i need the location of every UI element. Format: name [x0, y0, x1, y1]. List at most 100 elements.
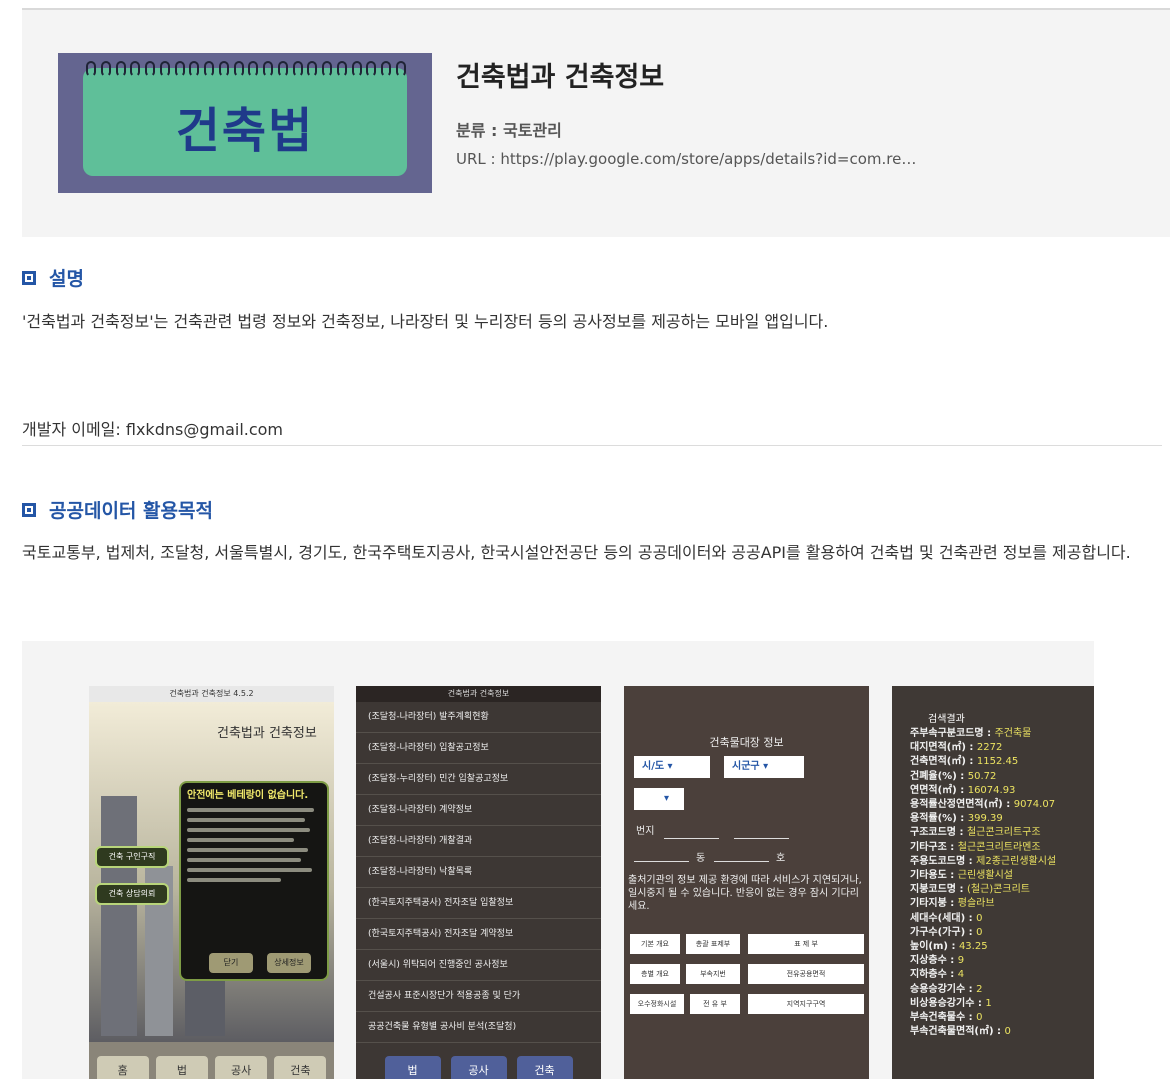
result-value: 1: [985, 997, 992, 1009]
sewage-facility-button[interactable]: 오수정화시설: [630, 994, 684, 1014]
result-key: 건축면적(㎡) :: [910, 756, 977, 768]
screen-status-bar: 건축법과 건축정보 4.5.2: [89, 686, 334, 702]
dong-input[interactable]: [634, 861, 689, 862]
screenshot-home[interactable]: 건축법과 건축정보 4.5.2 건축법과 건축정보 건축 구인구직 건축 상담의…: [89, 686, 334, 1079]
category-label: 분류 :: [456, 121, 503, 140]
result-row: 기타구조 : 철근콘크리트라멘조: [910, 841, 1094, 855]
result-value: 2: [976, 983, 983, 995]
result-value: 주건축물: [994, 728, 1032, 739]
screenshot-building-register[interactable]: 건축물대장 정보 시/도 ▾ 시군구 ▾ ▾ 번지 동 호 출처기관의 정보 제…: [624, 686, 869, 1079]
nav-home[interactable]: 홈: [96, 1056, 149, 1079]
result-row: 지붕코드명 : (철근)콘크리트: [910, 883, 1094, 897]
result-row: 비상용승강기수 : 1: [910, 997, 1094, 1011]
nav-construction[interactable]: 공사: [450, 1056, 507, 1079]
screenshot-menu-list[interactable]: 건축법과 건축정보 (조달청-나라장터) 발주계획현황 (조달청-나라장터) 입…: [356, 686, 601, 1079]
popup-text-line: [187, 858, 301, 862]
list-item[interactable]: (조달청-나라장터) 발주계획현황: [356, 702, 601, 733]
result-row: 건축면적(㎡) : 1152.45: [910, 755, 1094, 769]
list-item[interactable]: (서울시) 위탁되어 진행중인 공사정보: [356, 950, 601, 981]
result-row: 용적률(%) : 399.39: [910, 812, 1094, 826]
popup-text-line: [187, 808, 315, 812]
popup-text-line: [187, 868, 312, 872]
sigungu-select[interactable]: 시군구 ▾: [724, 756, 804, 778]
result-row: 연면적(㎡) : 16074.93: [910, 784, 1094, 798]
popup-close-button[interactable]: 닫기: [209, 953, 253, 973]
popup-text-line: [187, 878, 281, 882]
result-value: 제2종근린생활시설: [976, 855, 1057, 867]
nav-construction[interactable]: 공사: [215, 1056, 268, 1079]
result-key: 연면적(㎡) :: [910, 784, 968, 796]
result-value: 평슬라브: [957, 898, 995, 910]
screenshot-gallery: 건축법과 건축정보 4.5.2 건축법과 건축정보 건축 구인구직 건축 상담의…: [22, 641, 1094, 1079]
popup-title: 안전에는 베테랑이 없습니다.: [187, 790, 309, 801]
result-value: (철근)콘크리트: [966, 884, 1030, 896]
app-url: URL : https://play.google.com/store/apps…: [456, 150, 916, 168]
list-item[interactable]: (조달청-누리장터) 민간 입찰공고정보: [356, 764, 601, 795]
description-text: '건축법과 건축정보'는 건축관련 법령 정보와 건축정보, 나라장터 및 누리…: [22, 312, 829, 331]
list-item[interactable]: (한국토지주택공사) 전자조달 입찰정보: [356, 888, 601, 919]
basic-overview-button[interactable]: 기본 개요: [630, 934, 680, 954]
purpose-text: 국토교통부, 법제처, 조달청, 서울특별시, 경기도, 한국주택토지공사, 한…: [22, 543, 1131, 562]
nav-building[interactable]: 건축: [516, 1056, 573, 1079]
result-row: 구조코드명 : 철근콘크리트구조: [910, 826, 1094, 840]
result-key: 건폐율(%) :: [910, 770, 968, 782]
sido-select[interactable]: 시/도 ▾: [634, 756, 710, 778]
description-heading-text: 설명: [49, 268, 84, 290]
result-key: 용적률산정연면적(㎡) :: [910, 799, 1014, 811]
result-row: 부속건축물수 : 0: [910, 1011, 1094, 1025]
result-row: 기타용도 : 근린생활시설: [910, 869, 1094, 883]
result-key: 세대수(세대) :: [910, 912, 977, 924]
floor-overview-button[interactable]: 층별 개요: [630, 964, 680, 984]
summary-title-button[interactable]: 총괄 표제부: [686, 934, 740, 954]
result-key: 부속건축물면적(㎡) :: [910, 1026, 1005, 1038]
section-bullet-icon: [22, 270, 36, 285]
list-item[interactable]: 공공건축물 유형별 공사비 분석(조달청): [356, 1012, 601, 1043]
sido-select-label: 시/도: [642, 761, 665, 772]
description-heading: 설명: [22, 264, 84, 291]
nav-law[interactable]: 법: [155, 1056, 208, 1079]
result-row: 대지면적(㎡) : 2272: [910, 741, 1094, 755]
result-value: 근린생활시설: [957, 870, 1013, 882]
nav-law[interactable]: 법: [384, 1056, 441, 1079]
sigungu-select-label: 시군구: [732, 761, 760, 772]
app-info-card: 건축법 건축법과 건축정보 분류 : 국토관리 URL : https://pl…: [22, 10, 1170, 237]
result-key: 주부속구분코드명 :: [910, 728, 995, 739]
ho-input[interactable]: [714, 861, 769, 862]
consult-button[interactable]: 건축 상담의뢰: [95, 883, 169, 905]
list-item[interactable]: (조달청-나라장터) 개찰결과: [356, 826, 601, 857]
list-item[interactable]: (한국토지주택공사) 전자조달 계약정보: [356, 919, 601, 950]
exclusive-area-button[interactable]: 전유공용면적: [748, 964, 864, 984]
result-value: 2272: [976, 742, 1003, 754]
result-value: 4: [957, 969, 965, 981]
popup-detail-button[interactable]: 상세정보: [267, 953, 311, 973]
popup-text-line: [187, 818, 305, 822]
beonji-input[interactable]: [664, 838, 719, 839]
title-section-button[interactable]: 표 제 부: [748, 934, 864, 954]
list-item[interactable]: (조달청-나라장터) 입찰공고정보: [356, 733, 601, 764]
url-label: URL :: [456, 150, 501, 168]
dong-select[interactable]: ▾: [634, 788, 684, 810]
url-link[interactable]: https://play.google.com/store/apps/detai…: [500, 150, 916, 168]
popup-text-line: [187, 838, 295, 842]
ho-label: 호: [776, 853, 786, 864]
result-key: 비상용승강기수 :: [910, 997, 986, 1009]
job-search-button[interactable]: 건축 구인구직: [95, 846, 169, 868]
list-item[interactable]: (조달청-나라장터) 계약정보: [356, 795, 601, 826]
result-key: 부속건축물수 :: [910, 1012, 977, 1024]
screenshot-search-result[interactable]: 검색결과 주부속구분코드명 : 주건축물 대지면적(㎡) : 2272 건축면적…: [892, 686, 1094, 1079]
exclusive-section-button[interactable]: 전 유 부: [690, 994, 740, 1014]
result-key: 높이(m) :: [910, 941, 959, 953]
result-value: 16074.93: [967, 784, 1016, 796]
list-item[interactable]: 건설공사 표준시장단가 적용공종 및 단가: [356, 981, 601, 1012]
beonji-sub-input[interactable]: [734, 838, 789, 839]
sub-lot-button[interactable]: 부속지번: [686, 964, 740, 984]
list-item[interactable]: (조달청-나라장터) 낙찰목록: [356, 857, 601, 888]
purpose-heading: 공공데이터 활용목적: [22, 496, 213, 523]
result-key: 기타구조 :: [910, 841, 958, 853]
result-key: 승용승강기수 :: [910, 983, 977, 995]
result-value: 43.25: [958, 941, 988, 953]
nav-building[interactable]: 건축: [274, 1056, 327, 1079]
result-row: 용적률산정연면적(㎡) : 9074.07: [910, 798, 1094, 812]
result-row: 부속건축물면적(㎡) : 0: [910, 1025, 1094, 1039]
zone-district-button[interactable]: 지역지구구역: [748, 994, 864, 1014]
